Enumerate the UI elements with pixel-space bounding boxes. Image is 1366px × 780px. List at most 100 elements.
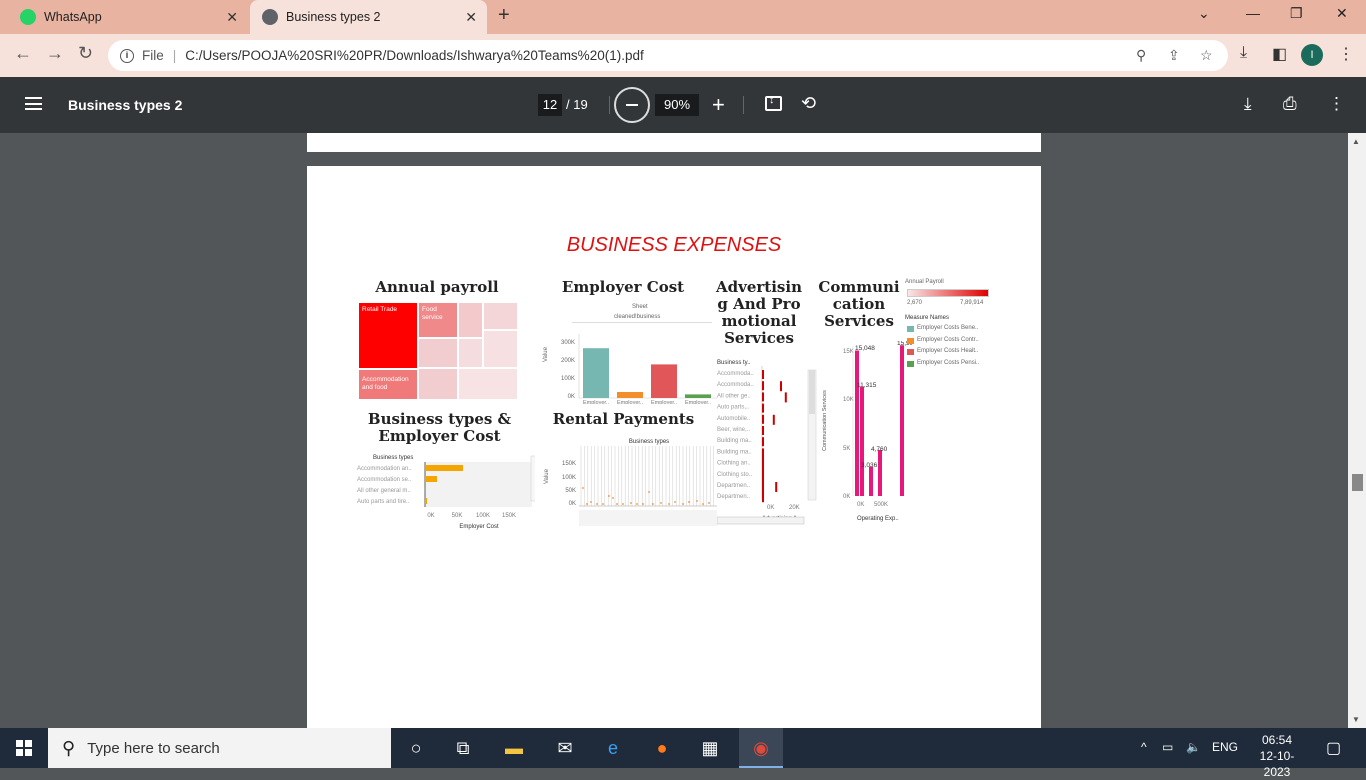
- zoom-page-icon[interactable]: ⚲: [1136, 47, 1146, 64]
- info-icon[interactable]: i: [120, 48, 134, 63]
- taskbar-search-input[interactable]: ⚲ Type here to search: [48, 728, 391, 768]
- column-header: Business ty..: [717, 360, 751, 366]
- hamburger-menu-icon[interactable]: [25, 97, 42, 110]
- x-tick-label: Employer..: [685, 400, 711, 404]
- globe-icon: [262, 9, 278, 25]
- vertical-scrollbar[interactable]: ▲ ▼: [1348, 133, 1366, 728]
- communication-bar: [860, 386, 864, 496]
- windows-start-icon[interactable]: [16, 740, 32, 756]
- language-indicator[interactable]: ENG: [1212, 740, 1238, 754]
- advertising-bar: [784, 392, 787, 403]
- advertising-bar: [762, 381, 764, 391]
- rental-point: [612, 497, 614, 499]
- page-number-input[interactable]: 12: [538, 94, 562, 116]
- back-icon[interactable]: ←: [14, 43, 32, 64]
- rental-point: [696, 500, 698, 502]
- legend-min: 2,670: [907, 300, 923, 306]
- zoom-level-input[interactable]: 90%: [655, 94, 699, 116]
- windows-taskbar: ⚲ Type here to search ○ ⧉ ▬ ✉ e ● ▦ ◉ ^ …: [0, 728, 1366, 779]
- scroll-up-icon[interactable]: ▲: [1352, 137, 1360, 146]
- legend-swatch: [907, 326, 914, 332]
- y-tick-label: 0K: [568, 394, 575, 400]
- communication-bar: [855, 350, 859, 496]
- row-label: Beer, wine,..: [717, 427, 750, 433]
- x-tick-label: 20K: [789, 505, 800, 511]
- profile-avatar[interactable]: I: [1301, 44, 1323, 66]
- url-field[interactable]: i File | C:/Users/POOJA%20SRI%20PR/Downl…: [108, 40, 1228, 71]
- more-options-icon[interactable]: ⋮: [1328, 94, 1345, 114]
- task-view-icon[interactable]: ⧉: [451, 736, 475, 760]
- close-window-icon[interactable]: ✕: [1336, 5, 1348, 22]
- chrome-taskbar-button[interactable]: ◉: [739, 728, 783, 768]
- store-icon[interactable]: ▦: [698, 736, 722, 760]
- restore-icon[interactable]: ❐: [1290, 5, 1303, 22]
- rental-point: [616, 503, 618, 505]
- scroll-down-icon[interactable]: ▼: [1352, 715, 1360, 724]
- row-label: Clothing an..: [717, 461, 751, 467]
- employer-cost-bar: [425, 498, 427, 504]
- advertising-bar: [762, 454, 764, 499]
- firefox-icon[interactable]: ●: [650, 736, 674, 760]
- row-label: All other ge..: [717, 393, 751, 399]
- fit-to-page-icon[interactable]: [765, 94, 782, 111]
- rental-point: [702, 503, 704, 505]
- advertising-title: Advertisin g And Pro motional Services: [715, 279, 803, 347]
- y-axis-label: Value: [543, 346, 549, 362]
- communication-bar: [869, 466, 873, 496]
- x-tick-label: 0K: [427, 513, 434, 519]
- advertising-bar: [762, 370, 764, 379]
- cortana-icon[interactable]: ○: [404, 736, 428, 760]
- rental-point: [636, 503, 638, 505]
- notifications-icon[interactable]: ▢: [1326, 738, 1341, 758]
- title-line: Communi: [818, 278, 900, 296]
- forward-icon[interactable]: →: [46, 43, 64, 64]
- clock[interactable]: 06:54 12-10-2023: [1247, 732, 1307, 780]
- y-axis-label: Communication Services: [822, 390, 828, 451]
- category-labels-band: [579, 510, 717, 526]
- minimize-icon[interactable]: —: [1246, 5, 1260, 21]
- close-tab-icon[interactable]: ✕: [226, 9, 238, 26]
- x-axis-label: Employer Cost: [459, 524, 499, 530]
- file-explorer-icon[interactable]: ▬: [502, 736, 526, 760]
- browser-menu-icon[interactable]: ⋮: [1338, 44, 1354, 64]
- side-panel-icon[interactable]: ◧: [1272, 44, 1287, 64]
- scroll-thumb[interactable]: [1352, 474, 1363, 491]
- bookmark-star-icon[interactable]: ☆: [1200, 47, 1213, 64]
- advertising-bar: [772, 414, 775, 425]
- x-tick-label: 0K: [857, 502, 864, 508]
- edge-icon[interactable]: e: [601, 736, 625, 760]
- employer-cost-bar: [583, 348, 609, 398]
- share-icon[interactable]: ⇪: [1168, 47, 1180, 64]
- tab-title: Business types 2: [286, 10, 381, 24]
- legend-swatch: [907, 360, 914, 367]
- tab-search-icon[interactable]: ⌄: [1198, 5, 1210, 22]
- close-tab-icon[interactable]: ✕: [465, 9, 477, 26]
- clock-time: 06:54: [1261, 733, 1293, 747]
- measure-names-title: Measure Names: [905, 315, 950, 321]
- battery-icon[interactable]: ▭: [1162, 740, 1173, 754]
- communication-bar: [878, 449, 882, 496]
- show-hidden-icons[interactable]: ^: [1141, 740, 1147, 754]
- title-line: Services: [724, 329, 794, 347]
- tab-whatsapp[interactable]: WhatsApp ✕: [8, 0, 248, 34]
- page-total: / 19: [566, 97, 588, 112]
- x-tick-label: 150K: [502, 513, 516, 519]
- download-icon[interactable]: ⤓: [1244, 94, 1252, 114]
- zoom-out-button[interactable]: [614, 87, 650, 123]
- pdf-viewer[interactable]: BUSINESS EXPENSES Annual payroll Retail …: [0, 133, 1348, 728]
- title-line: Employer Cost: [378, 427, 501, 445]
- rotate-icon[interactable]: ⟲: [801, 93, 816, 114]
- zoom-in-button[interactable]: +: [712, 92, 725, 118]
- volume-icon[interactable]: 🔈: [1186, 740, 1201, 754]
- rental-point: [674, 501, 676, 503]
- treemap-cell: [483, 302, 518, 330]
- advertising-bar: [780, 381, 782, 392]
- advertising-bar: [762, 437, 764, 447]
- new-tab-icon[interactable]: +: [498, 4, 510, 27]
- mail-icon[interactable]: ✉: [553, 736, 577, 760]
- url-text: C:/Users/POOJA%20SRI%20PR/Downloads/Ishw…: [185, 48, 644, 63]
- reload-icon[interactable]: ↻: [78, 43, 93, 64]
- print-icon[interactable]: ⎙: [1283, 94, 1297, 114]
- tab-business-types[interactable]: Business types 2 ✕: [250, 0, 487, 34]
- downloads-icon[interactable]: ⤓: [1240, 44, 1247, 62]
